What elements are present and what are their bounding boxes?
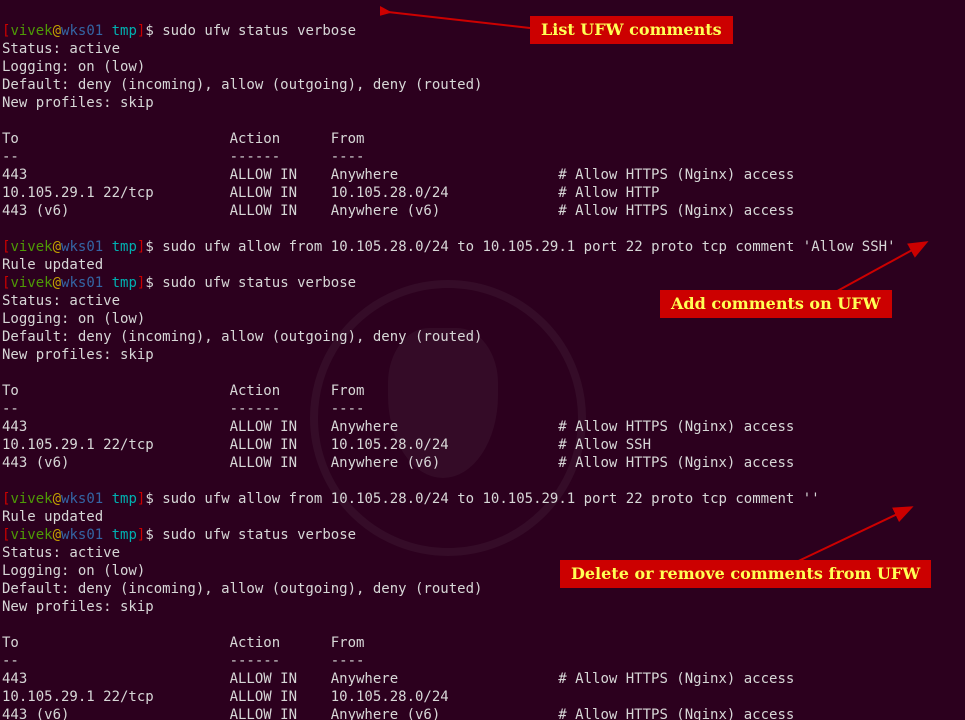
- table-header: To Action From: [2, 131, 364, 147]
- command-line[interactable]: sudo ufw status verbose: [162, 527, 356, 543]
- output-line: Default: deny (incoming), allow (outgoin…: [2, 77, 482, 93]
- prompt-user: vivek: [10, 275, 52, 291]
- output-line: Logging: on (low): [2, 59, 145, 75]
- output-line: Status: active: [2, 545, 120, 561]
- table-row: 443 (v6) ALLOW IN Anywhere (v6) # Allow …: [2, 455, 794, 471]
- table-row: 10.105.29.1 22/tcp ALLOW IN 10.105.28.0/…: [2, 437, 651, 453]
- table-header-underline: -- ------ ----: [2, 401, 364, 417]
- prompt-dollar: $: [145, 491, 162, 507]
- table-header: To Action From: [2, 635, 364, 651]
- output-line: Logging: on (low): [2, 311, 145, 327]
- output-line: New profiles: skip: [2, 95, 154, 111]
- prompt-dollar: $: [145, 239, 162, 255]
- table-row: 443 (v6) ALLOW IN Anywhere (v6) # Allow …: [2, 203, 794, 219]
- output-line: Status: active: [2, 41, 120, 57]
- annotation-add-comments: Add comments on UFW: [660, 290, 892, 318]
- terminal-output: [vivek@wks01 tmp]$ sudo ufw status verbo…: [0, 0, 965, 720]
- table-header-underline: -- ------ ----: [2, 149, 364, 165]
- prompt-host: wks01: [61, 527, 103, 543]
- prompt-user: vivek: [10, 491, 52, 507]
- command-line[interactable]: sudo ufw allow from 10.105.28.0/24 to 10…: [162, 491, 819, 507]
- annotation-list-comments: List UFW comments: [530, 16, 733, 44]
- table-row: 443 ALLOW IN Anywhere # Allow HTTPS (Ngi…: [2, 671, 794, 687]
- prompt-host: wks01: [61, 275, 103, 291]
- prompt-user: vivek: [10, 23, 52, 39]
- prompt-dollar: $: [145, 527, 162, 543]
- output-line: Rule updated: [2, 257, 103, 273]
- prompt-dollar: $: [145, 275, 162, 291]
- prompt-host: wks01: [61, 491, 103, 507]
- output-line: Logging: on (low): [2, 563, 145, 579]
- prompt-cwd: tmp: [103, 23, 137, 39]
- table-row: 443 ALLOW IN Anywhere # Allow HTTPS (Ngi…: [2, 167, 794, 183]
- prompt-host: wks01: [61, 239, 103, 255]
- prompt-user: vivek: [10, 527, 52, 543]
- prompt-dollar: $: [145, 23, 162, 39]
- output-line: New profiles: skip: [2, 347, 154, 363]
- prompt-cwd: tmp: [103, 527, 137, 543]
- output-line: Default: deny (incoming), allow (outgoin…: [2, 329, 482, 345]
- prompt-at: @: [53, 527, 61, 543]
- output-line: New profiles: skip: [2, 599, 154, 615]
- table-header-underline: -- ------ ----: [2, 653, 364, 669]
- prompt-host: wks01: [61, 23, 103, 39]
- command-line[interactable]: sudo ufw allow from 10.105.28.0/24 to 10…: [162, 239, 895, 255]
- command-line[interactable]: sudo ufw status verbose: [162, 275, 356, 291]
- prompt-at: @: [53, 275, 61, 291]
- prompt-cwd: tmp: [103, 239, 137, 255]
- prompt-at: @: [53, 239, 61, 255]
- table-row: 443 ALLOW IN Anywhere # Allow HTTPS (Ngi…: [2, 419, 794, 435]
- table-row: 10.105.29.1 22/tcp ALLOW IN 10.105.28.0/…: [2, 185, 659, 201]
- prompt-user: vivek: [10, 239, 52, 255]
- annotation-delete-comments: Delete or remove comments from UFW: [560, 560, 931, 588]
- output-line: Default: deny (incoming), allow (outgoin…: [2, 581, 482, 597]
- prompt-at: @: [53, 23, 61, 39]
- prompt-cwd: tmp: [103, 491, 137, 507]
- prompt-at: @: [53, 491, 61, 507]
- output-line: Status: active: [2, 293, 120, 309]
- command-line[interactable]: sudo ufw status verbose: [162, 23, 356, 39]
- table-header: To Action From: [2, 383, 364, 399]
- output-line: Rule updated: [2, 509, 103, 525]
- table-row: 10.105.29.1 22/tcp ALLOW IN 10.105.28.0/…: [2, 689, 449, 705]
- table-row: 443 (v6) ALLOW IN Anywhere (v6) # Allow …: [2, 707, 794, 720]
- prompt-cwd: tmp: [103, 275, 137, 291]
